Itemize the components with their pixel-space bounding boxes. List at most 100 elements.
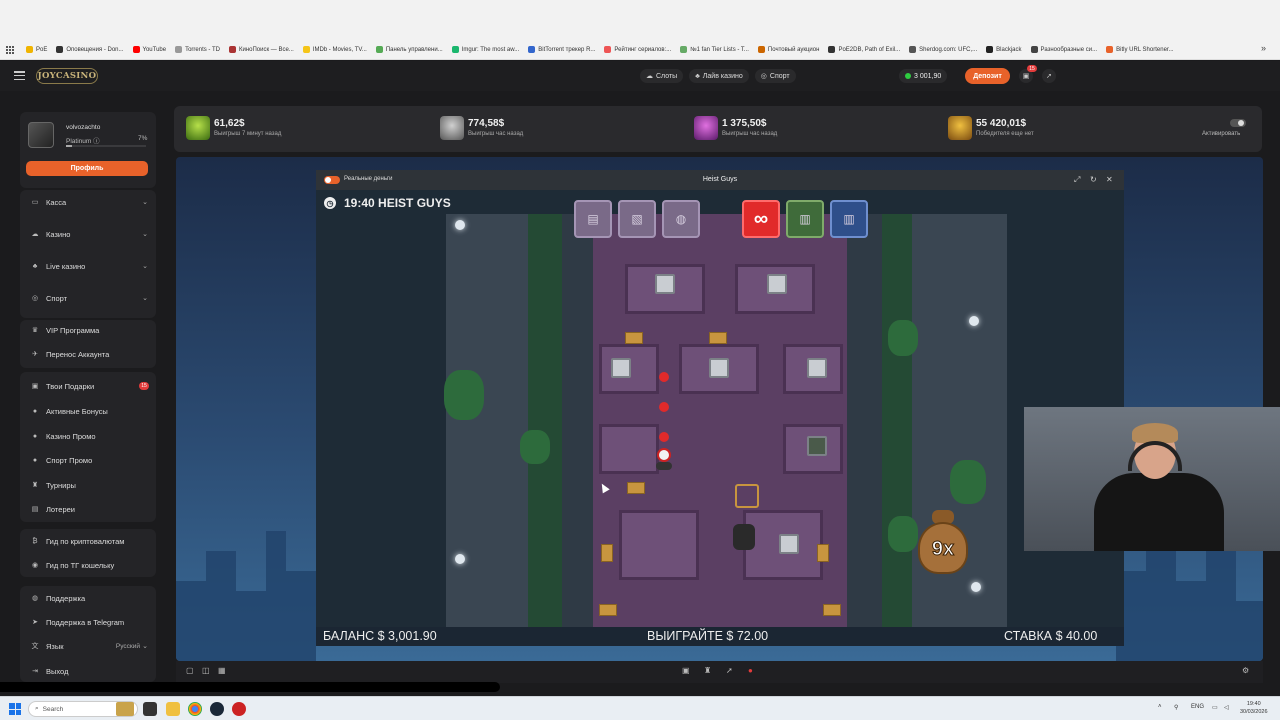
app-icon[interactable] [232,702,246,716]
info-icon[interactable]: ⓘ [93,138,100,145]
bookmark[interactable]: Почтовый аукцион [757,46,819,53]
profile-button[interactable]: Профиль [26,161,148,176]
volume-icon[interactable]: ◁ [1224,704,1229,711]
bookmark[interactable]: IMDb - Movies, TV... [302,46,367,53]
sidebar-item-sport-promo[interactable]: ● Спорт Промо [20,450,156,470]
bookmark[interactable]: Рейтинг сериалов:... [604,46,671,53]
bookmark[interactable]: PoE2DB, Path of Exil... [828,46,900,53]
sidebar-item-cashier[interactable]: ▭ Касса ⌄ [20,192,156,212]
crypto-icon: ₿ [32,537,38,545]
jackpot-subtitle: Выигрыш час назад [468,131,524,137]
bookmark[interactable]: Sherdog.com: UFC,... [909,46,977,53]
gift-badge: 15 [1027,65,1037,72]
logo[interactable]: JOYCASINO [36,68,98,84]
settings-icon[interactable]: ⚙ [1242,666,1249,675]
nav-slots[interactable]: ☁ Слоты [640,69,684,83]
view-split-icon[interactable]: ◫ [202,666,210,675]
sidebar-item-casino-promo[interactable]: ● Казино Промо [20,426,156,446]
sidebar-item-vip[interactable]: ♛ VIP Программа [20,320,156,340]
rocket-icon[interactable]: ➚ [726,666,733,675]
casino-icon: ☁ [31,231,39,238]
rocket-icon[interactable]: ➚ [1042,69,1056,83]
sidebar-item-live-casino[interactable]: ♣ Live казино ⌄ [20,256,156,276]
menu-group-guides: ₿ Гид по криптовалютам ◉ Гид по ТГ кошельк… [20,529,156,577]
terminal-app-icon[interactable] [143,702,157,716]
record-icon[interactable]: ● [748,666,753,675]
bookmark[interactable]: Blackjack [986,46,1022,53]
bookmark[interactable]: PoE [26,46,47,53]
tray-chevron-icon[interactable]: ˄ [1158,704,1162,710]
view-grid-icon[interactable]: ▦ [218,666,226,675]
sidebar-item-support[interactable]: ◍ Поддержка [20,588,156,608]
tier-progress-fill [66,145,72,147]
logout-icon: ⇥ [32,668,38,675]
language-indicator[interactable]: ENG [1191,704,1204,710]
plane-icon: ✈ [32,351,38,358]
close-icon[interactable]: ✕ [1106,175,1113,184]
powerup-slot: ▧ [618,200,656,238]
reload-icon[interactable]: ↻ [1090,175,1097,184]
sidebar-item-gifts[interactable]: ▣ Твои Подарки 15 [20,376,156,396]
laser-dot [659,402,669,412]
crate [601,544,613,562]
powerup-row: ▤ ▧ ◍ ∞ ▥ ▥ [574,200,868,238]
steam-app-icon[interactable] [210,702,224,716]
bookmark[interactable]: КиноПоиск — Все... [229,46,294,53]
bookmark[interactable]: Bitly URL Shortener... [1106,46,1174,53]
jackpot-toggle[interactable] [1230,119,1246,127]
chrome-app-icon[interactable] [188,702,202,716]
bookmark[interactable]: BitTorrent трекер R... [528,46,595,53]
sidebar-item-language[interactable]: 文 Язык Русский ⌄ [20,636,156,656]
sidebar-item-sport[interactable]: ◎ Спорт ⌄ [20,288,156,308]
windows-start-icon[interactable] [9,703,21,715]
view-single-icon[interactable]: ▢ [186,666,194,675]
bookmark[interactable]: №1 fan Tier Lists - T... [680,46,749,53]
robber-character [655,448,673,470]
sidebar-item-active-bonuses[interactable]: ● Активные Бонусы [20,401,156,421]
sidebar-item-tg-wallet-guide[interactable]: ◉ Гид по ТГ кошельку [20,555,156,575]
search-icon: ⌕ [35,705,39,712]
tree [520,430,550,464]
sidebar-item-tournaments[interactable]: ♜ Турниры [20,475,156,495]
more-bookmarks-icon[interactable]: » [1261,43,1266,53]
safe-icon [709,358,729,378]
system-clock[interactable]: 19:40 30/03/2026 [1240,700,1268,716]
bookmark[interactable]: Разнообразные си... [1030,46,1097,53]
nav-live-casino[interactable]: ♣ Лайв казино [689,69,749,83]
menu-group-support: ◍ Поддержка ➤ Поддержка в Telegram 文 Язык Ру… [20,586,156,682]
sidebar-item-crypto-guide[interactable]: ₿ Гид по криптовалютам [20,531,156,551]
sidebar-item-casino[interactable]: ☁ Казино ⌄ [20,224,156,244]
grass-strip [528,214,562,627]
bookmark[interactable]: YouTube [132,46,166,53]
bookmark[interactable]: Панель управлени... [375,46,443,53]
game-canvas[interactable]: ▤ ▧ ◍ ∞ ▥ ▥ ◷ 19:40 HEIST GUYS 9x [316,190,1124,627]
balance-display[interactable]: 3 001,90 [899,69,948,83]
jackpot-amount: 61,62$ [214,118,245,129]
coin-icon [905,73,911,79]
apps-icon[interactable] [6,45,14,54]
avatar[interactable] [28,122,54,148]
chevron-down-icon: ⌄ [142,643,148,650]
sidebar-item-logout[interactable]: ⇥ Выход [20,661,156,681]
sidebar-item-account-transfer[interactable]: ✈ Перенос Аккаунта [20,344,156,364]
folder-app-icon[interactable] [166,702,180,716]
multiplier-value: 9x [931,538,955,561]
sidebar-item-telegram-support[interactable]: ➤ Поддержка в Telegram [20,612,156,632]
fullscreen-icon[interactable]: ⤢ [1074,175,1080,185]
nav-sport[interactable]: ◎ Спорт [754,69,796,83]
telegram-icon: ➤ [32,619,38,626]
bookmark[interactable]: Оповещения - Don... [56,46,124,53]
gift-icon[interactable]: ▣ [682,666,690,675]
trophy-icon[interactable]: ♜ [704,666,711,675]
network-icon[interactable]: ▭ [1212,704,1218,711]
sidebar-item-lotteries[interactable]: ▤ Лотереи [20,499,156,519]
tier-progress-bar [66,145,146,147]
menu-icon[interactable] [14,71,25,80]
tank-app-icon[interactable] [116,702,134,716]
crate [625,332,643,344]
black-overlay-bar [0,682,500,692]
tray-icon[interactable]: ⚲ [1174,704,1178,711]
bookmark[interactable]: Imgur: The most aw... [451,46,519,53]
deposit-button[interactable]: Депозит [965,68,1010,84]
bookmark[interactable]: Torrents - TD [175,46,220,53]
